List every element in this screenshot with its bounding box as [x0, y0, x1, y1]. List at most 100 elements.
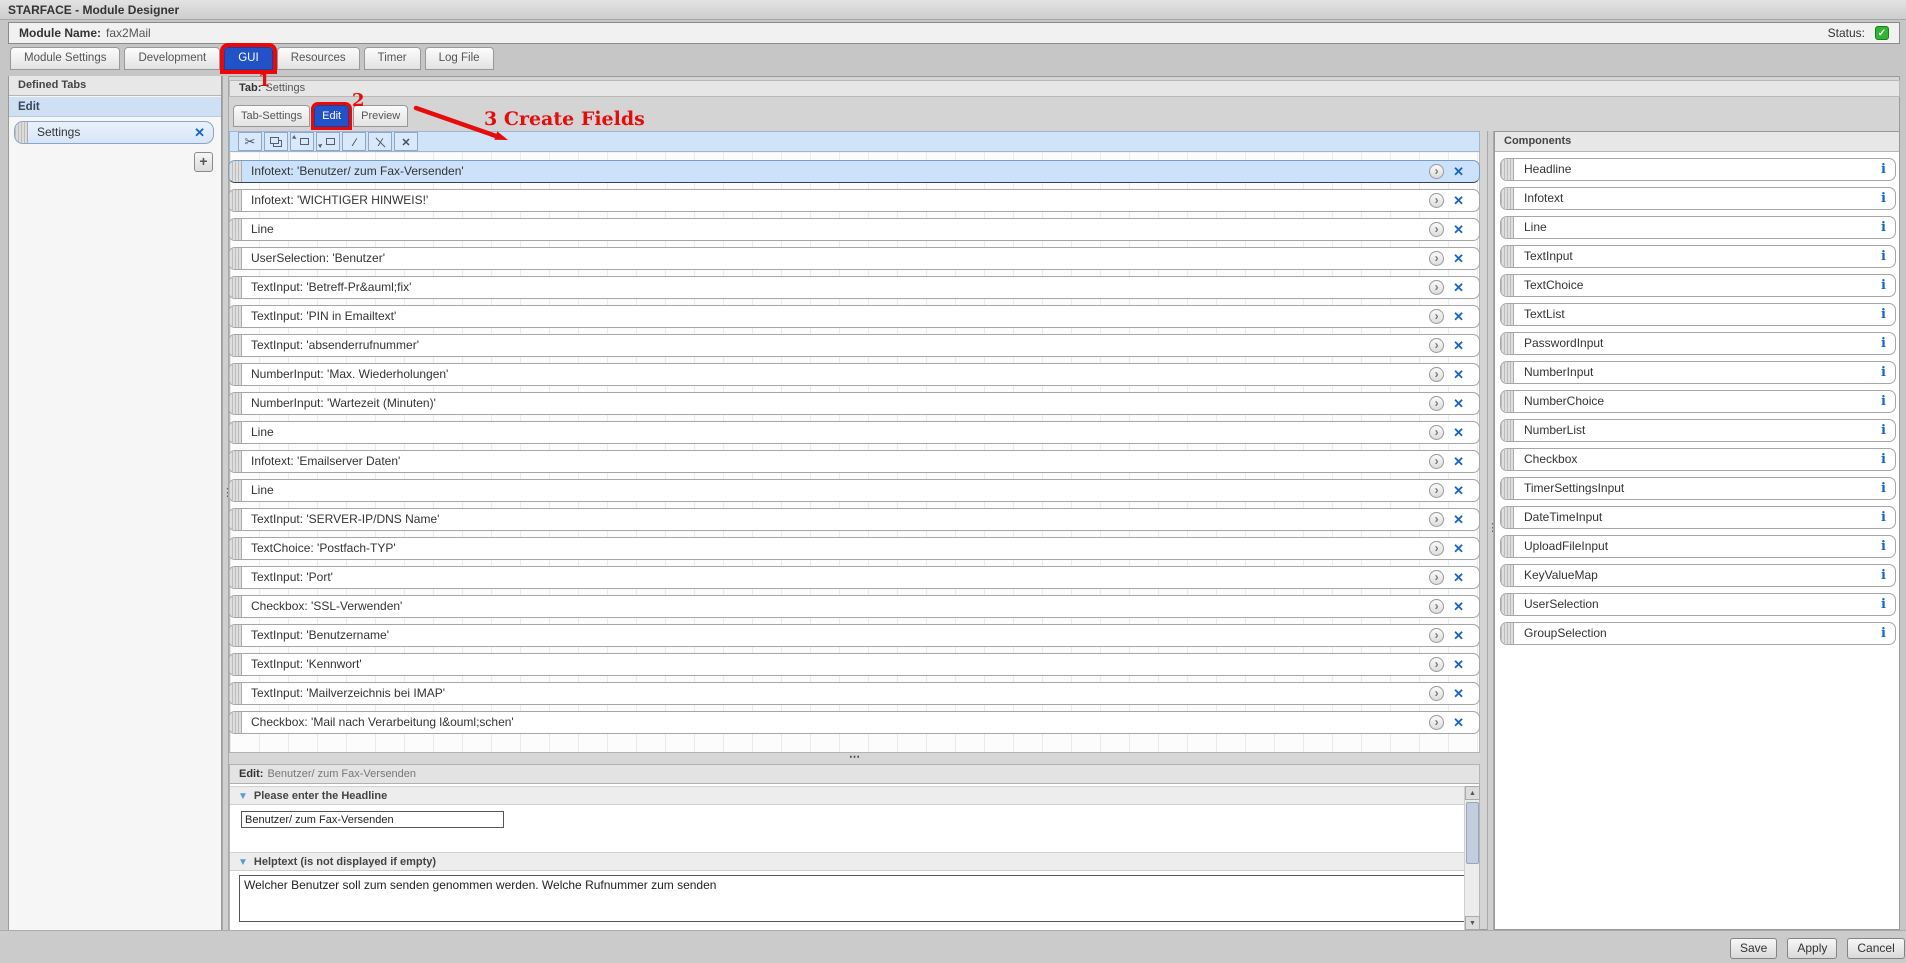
drag-handle-icon[interactable] — [229, 364, 242, 385]
delete-field-x-button[interactable] — [1453, 393, 1472, 414]
expand-chevron-button[interactable] — [1429, 309, 1444, 324]
info-icon[interactable] — [1881, 391, 1895, 412]
delete-field-x-button[interactable] — [1453, 683, 1472, 704]
delete-field-x-button[interactable] — [1453, 509, 1472, 530]
apply-button[interactable]: Apply — [1787, 938, 1837, 959]
remove-tab-x-button[interactable] — [194, 122, 213, 143]
expand-chevron-button[interactable] — [1429, 396, 1444, 411]
expand-chevron-button[interactable] — [1429, 541, 1444, 556]
sub-tab[interactable]: Tab-Settings — [233, 105, 310, 127]
field-row[interactable]: Checkbox: 'SSL-Verwenden' — [228, 595, 1480, 618]
delete-field-x-button[interactable] — [1453, 480, 1472, 501]
component-item[interactable]: UploadFileInput — [1500, 535, 1896, 558]
drag-handle-icon[interactable] — [229, 306, 242, 327]
save-button[interactable]: Save — [1730, 938, 1777, 959]
delete-field-x-button[interactable] — [1453, 161, 1472, 182]
main-tab[interactable]: Timer — [364, 47, 421, 70]
drag-handle-icon[interactable] — [229, 625, 242, 646]
component-item[interactable]: Headline — [1500, 158, 1896, 181]
component-item[interactable]: Line — [1500, 216, 1896, 239]
drag-handle-icon[interactable] — [229, 277, 242, 298]
expand-chevron-button[interactable] — [1429, 251, 1444, 266]
info-icon[interactable] — [1881, 420, 1895, 441]
drag-handle-icon[interactable] — [1501, 275, 1514, 296]
expand-chevron-button[interactable] — [1429, 512, 1444, 527]
drag-handle-icon[interactable] — [15, 122, 28, 143]
drag-handle-icon[interactable] — [229, 538, 242, 559]
field-row[interactable]: TextInput: 'SERVER-IP/DNS Name' — [228, 508, 1480, 531]
drag-handle-icon[interactable] — [1501, 391, 1514, 412]
expand-chevron-button[interactable] — [1429, 686, 1444, 701]
info-icon[interactable] — [1881, 275, 1895, 296]
drag-handle-icon[interactable] — [229, 451, 242, 472]
delete-field-x-button[interactable] — [1453, 364, 1472, 385]
component-item[interactable]: Checkbox — [1500, 448, 1896, 471]
info-icon[interactable] — [1881, 536, 1895, 557]
component-item[interactable]: NumberInput — [1500, 361, 1896, 384]
drag-handle-icon[interactable] — [1501, 507, 1514, 528]
info-icon[interactable] — [1881, 246, 1895, 267]
headline-section-header[interactable]: Please enter the Headline — [230, 786, 1473, 805]
field-row[interactable]: Checkbox: 'Mail nach Verarbeitung l&ouml… — [228, 711, 1480, 734]
drag-handle-icon[interactable] — [1501, 246, 1514, 267]
field-row[interactable]: TextInput: 'Betreff-Pr&auml;fix' — [228, 276, 1480, 299]
field-row[interactable]: Infotext: 'Benutzer/ zum Fax-Versenden' — [228, 160, 1480, 183]
headline-input[interactable] — [241, 811, 504, 828]
drag-handle-icon[interactable] — [1501, 188, 1514, 209]
component-item[interactable]: TimerSettingsInput — [1500, 477, 1896, 500]
drag-handle-icon[interactable] — [1501, 623, 1514, 644]
info-icon[interactable] — [1881, 333, 1895, 354]
component-item[interactable]: PasswordInput — [1500, 332, 1896, 355]
drag-handle-icon[interactable] — [229, 712, 242, 733]
info-icon[interactable] — [1881, 594, 1895, 615]
drag-handle-icon[interactable] — [1501, 333, 1514, 354]
field-row[interactable]: TextInput: 'absenderrufnummer' — [228, 334, 1480, 357]
delete-field-x-button[interactable] — [1453, 277, 1472, 298]
main-tab[interactable]: GUI — [224, 47, 272, 70]
delete-field-x-button[interactable] — [1453, 567, 1472, 588]
delete-field-x-button[interactable] — [1453, 712, 1472, 733]
expand-chevron-button[interactable] — [1429, 164, 1444, 179]
component-item[interactable]: TextChoice — [1500, 274, 1896, 297]
collapse-triangle-icon[interactable] — [238, 790, 248, 802]
delete-field-x-button[interactable] — [1453, 654, 1472, 675]
field-row[interactable]: TextInput: 'Benutzername' — [228, 624, 1480, 647]
cut-button[interactable] — [238, 132, 262, 151]
drag-handle-icon[interactable] — [229, 422, 242, 443]
drag-handle-icon[interactable] — [229, 654, 242, 675]
defined-tabs-edit-row[interactable]: Edit — [9, 97, 221, 117]
info-icon[interactable] — [1881, 362, 1895, 383]
component-item[interactable]: DateTimeInput — [1500, 506, 1896, 529]
drag-handle-icon[interactable] — [229, 567, 242, 588]
drag-handle-icon[interactable] — [229, 683, 242, 704]
horizontal-splitter-handle[interactable] — [229, 752, 1480, 765]
scrollbar-thumb[interactable] — [1466, 802, 1479, 864]
info-icon[interactable] — [1881, 304, 1895, 325]
main-tab[interactable]: Development — [124, 47, 220, 70]
info-icon[interactable] — [1881, 449, 1895, 470]
expand-chevron-button[interactable] — [1429, 338, 1444, 353]
info-icon[interactable] — [1881, 623, 1895, 644]
component-item[interactable]: TextInput — [1500, 245, 1896, 268]
add-tab-button[interactable]: + — [194, 152, 213, 172]
expand-chevron-button[interactable] — [1429, 570, 1444, 585]
expand-chevron-button[interactable] — [1429, 367, 1444, 382]
drag-handle-icon[interactable] — [1501, 304, 1514, 325]
drag-handle-icon[interactable] — [229, 480, 242, 501]
field-row[interactable]: TextChoice: 'Postfach-TYP' — [228, 537, 1480, 560]
field-row[interactable]: Line — [228, 479, 1480, 502]
drag-handle-icon[interactable] — [1501, 565, 1514, 586]
info-icon[interactable] — [1881, 478, 1895, 499]
component-item[interactable]: NumberChoice — [1500, 390, 1896, 413]
drag-handle-icon[interactable] — [1501, 449, 1514, 470]
expand-chevron-button[interactable] — [1429, 599, 1444, 614]
scroll-down-arrow-icon[interactable] — [1465, 916, 1480, 930]
defined-tab-item[interactable]: Settings — [14, 121, 214, 144]
delete-field-x-button[interactable] — [1453, 422, 1472, 443]
expand-chevron-button[interactable] — [1429, 454, 1444, 469]
drag-handle-icon[interactable] — [229, 190, 242, 211]
field-row[interactable]: Infotext: 'Emailserver Daten' — [228, 450, 1480, 473]
field-row[interactable]: TextInput: 'PIN in Emailtext' — [228, 305, 1480, 328]
info-icon[interactable] — [1881, 159, 1895, 180]
field-row[interactable]: Line — [228, 421, 1480, 444]
